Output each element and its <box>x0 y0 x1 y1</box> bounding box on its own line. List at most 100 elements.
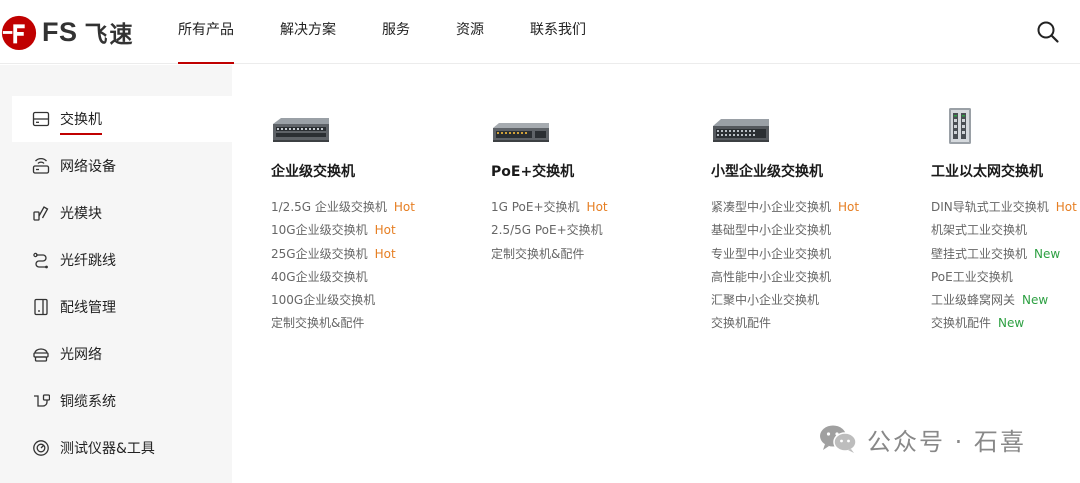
link-label: 交换机配件 <box>931 316 992 331</box>
nav-contact[interactable]: 联系我们 <box>530 0 586 64</box>
logo-cn-text: 飞速 <box>84 22 135 48</box>
sidebar-item-fiber-patch-cords[interactable]: 光纤跳线 <box>12 237 232 283</box>
category-links: 紧凑型中小企业交换机 Hot 基础型中小企业交换机 专业型中小企业交换机 高性能中… <box>711 196 911 336</box>
link-label: 高性能中小企业交换机 <box>711 269 832 284</box>
hot-badge: Hot <box>374 223 396 238</box>
link-poe-industrial-switch[interactable]: PoE工业交换机 <box>931 266 1080 289</box>
sidebar-item-transceivers[interactable]: 光模块 <box>12 190 232 236</box>
link-rackmount-industrial-switch[interactable]: 机架式工业交换机 <box>931 219 1080 242</box>
logo-text: FS <box>42 16 78 47</box>
nav-solutions[interactable]: 解决方案 <box>280 0 336 64</box>
industrial-switch-image[interactable] <box>931 100 1080 146</box>
wechat-icon <box>820 425 857 453</box>
new-badge: New <box>998 316 1025 331</box>
link-aggregation-smb-switch[interactable]: 汇聚中小企业交换机 <box>711 289 911 312</box>
link-label: 汇聚中小企业交换机 <box>711 293 820 308</box>
sidebar-item-copper-systems[interactable]: 铜缆系统 <box>12 378 232 424</box>
nav-services[interactable]: 服务 <box>382 0 410 64</box>
sidebar-item-label: 铜缆系统 <box>60 394 116 410</box>
sidebar-item-cable-management[interactable]: 配线管理 <box>12 284 232 330</box>
link-label: 机架式工业交换机 <box>931 223 1028 238</box>
link-label: 2.5/5G PoE+交换机 <box>491 223 603 238</box>
sidebar-item-test-tools[interactable]: 测试仪器&工具 <box>12 425 232 471</box>
nav-resources[interactable]: 资源 <box>456 0 484 64</box>
link-pro-smb-switch[interactable]: 专业型中小企业交换机 <box>711 243 911 266</box>
optical-network-icon <box>31 344 51 364</box>
link-label: 定制交换机&配件 <box>271 316 365 331</box>
new-badge: New <box>1034 246 1061 261</box>
sidebar-item-label: 光模块 <box>60 206 102 222</box>
link-compact-smb-switch[interactable]: 紧凑型中小企业交换机 Hot <box>711 196 911 219</box>
sidebar-item-label: 光网络 <box>60 347 102 363</box>
category-title[interactable]: PoE+交换机 <box>491 161 691 183</box>
fs-logo-icon <box>1 15 37 51</box>
link-2.5-5g-poe-switch[interactable]: 2.5/5G PoE+交换机 <box>491 219 691 242</box>
test-tool-icon <box>31 438 51 458</box>
link-basic-smb-switch[interactable]: 基础型中小企业交换机 <box>711 219 911 242</box>
link-label: 壁挂式工业交换机 <box>931 246 1028 261</box>
enterprise-switch-image[interactable] <box>271 100 471 146</box>
link-label: 40G企业级交换机 <box>271 269 368 284</box>
link-25g-enterprise-switch[interactable]: 25G企业级交换机 Hot <box>271 243 471 266</box>
sidebar-item-label: 测试仪器&工具 <box>60 441 155 457</box>
link-label: DIN导轨式工业交换机 <box>931 200 1049 214</box>
category-sidebar: 交换机 网络设备 光模块 光纤跳线 配线管理 光网络 铜缆系统 测试仪器&工具 <box>0 65 232 483</box>
link-label: 基础型中小企业交换机 <box>711 223 832 238</box>
smb-switch-image[interactable] <box>711 100 911 146</box>
sidebar-item-switches[interactable]: 交换机 <box>12 96 232 142</box>
main-nav: 所有产品 解决方案 服务 资源 联系我们 <box>178 0 632 64</box>
poe-switch-image[interactable] <box>491 100 691 146</box>
link-label: 定制交换机&配件 <box>491 246 585 261</box>
link-label: PoE工业交换机 <box>931 269 1013 284</box>
link-label: 交换机配件 <box>711 316 772 331</box>
link-label: 25G企业级交换机 <box>271 246 368 261</box>
sidebar-item-label: 交换机 <box>60 109 102 135</box>
sidebar-item-label: 网络设备 <box>60 159 116 175</box>
router-icon <box>31 156 51 176</box>
link-wall-mount-industrial-switch[interactable]: 壁挂式工业交换机 New <box>931 243 1080 266</box>
wechat-watermark: 公众号 · 石喜 <box>817 421 1026 457</box>
link-high-performance-smb-switch[interactable]: 高性能中小企业交换机 <box>711 266 911 289</box>
fiber-cable-icon <box>31 250 51 270</box>
hot-badge: Hot <box>586 200 608 214</box>
link-label: 紧凑型中小企业交换机 <box>711 200 832 214</box>
switch-icon <box>31 109 51 129</box>
category-links: 1G PoE+交换机 Hot 2.5/5G PoE+交换机 定制交换机&配件 <box>491 196 691 266</box>
link-label: 1G PoE+交换机 <box>491 200 580 214</box>
category-title[interactable]: 企业级交换机 <box>271 161 471 183</box>
hot-badge: Hot <box>1055 200 1077 214</box>
link-custom-switch-accessories[interactable]: 定制交换机&配件 <box>271 312 471 335</box>
patch-panel-icon <box>31 297 51 317</box>
link-1-2.5g-enterprise-switch[interactable]: 1/2.5G 企业级交换机 Hot <box>271 196 471 219</box>
hot-badge: Hot <box>838 200 860 214</box>
sidebar-item-label: 配线管理 <box>60 300 116 316</box>
link-switch-accessories[interactable]: 交换机配件 New <box>931 312 1080 335</box>
category-links: 1/2.5G 企业级交换机 Hot 10G企业级交换机 Hot 25G企业级交换机 H… <box>271 196 471 336</box>
link-din-rail-industrial-switch[interactable]: DIN导轨式工业交换机 Hot <box>931 196 1080 219</box>
transceiver-icon <box>31 203 51 223</box>
link-label: 专业型中小企业交换机 <box>711 246 832 261</box>
sidebar-item-optical-network[interactable]: 光网络 <box>12 331 232 377</box>
nav-all-products[interactable]: 所有产品 <box>178 0 234 64</box>
link-custom-switch-accessories[interactable]: 定制交换机&配件 <box>491 243 691 266</box>
link-switch-accessories[interactable]: 交换机配件 <box>711 312 911 335</box>
link-1g-poe-switch[interactable]: 1G PoE+交换机 Hot <box>491 196 691 219</box>
category-title[interactable]: 小型企业级交换机 <box>711 161 911 183</box>
sidebar-item-label: 光纤跳线 <box>60 253 116 269</box>
hot-badge: Hot <box>393 200 415 214</box>
category-smb-switches: 小型企业级交换机 紧凑型中小企业交换机 Hot 基础型中小企业交换机 专业型中小企… <box>711 100 911 336</box>
category-poe-switches: PoE+交换机 1G PoE+交换机 Hot 2.5/5G PoE+交换机 定制交… <box>491 100 691 266</box>
link-40g-enterprise-switch[interactable]: 40G企业级交换机 <box>271 266 471 289</box>
fs-logo[interactable]: FS 飞速 <box>0 12 135 52</box>
sidebar-item-network-devices[interactable]: 网络设备 <box>12 143 232 189</box>
category-enterprise-switches: 企业级交换机 1/2.5G 企业级交换机 Hot 10G企业级交换机 Hot 25G… <box>271 100 471 336</box>
link-label: 100G企业级交换机 <box>271 293 376 308</box>
link-industrial-cellular-gateway[interactable]: 工业级蜂窝网关 New <box>931 289 1080 312</box>
search-icon[interactable] <box>1036 20 1060 44</box>
hot-badge: Hot <box>374 246 396 261</box>
link-10g-enterprise-switch[interactable]: 10G企业级交换机 Hot <box>271 219 471 242</box>
link-100g-enterprise-switch[interactable]: 100G企业级交换机 <box>271 289 471 312</box>
link-label: 工业级蜂窝网关 <box>931 293 1016 308</box>
watermark-text: 公众号 · 石喜 <box>867 427 1026 456</box>
category-title[interactable]: 工业以太网交换机 <box>931 161 1080 183</box>
